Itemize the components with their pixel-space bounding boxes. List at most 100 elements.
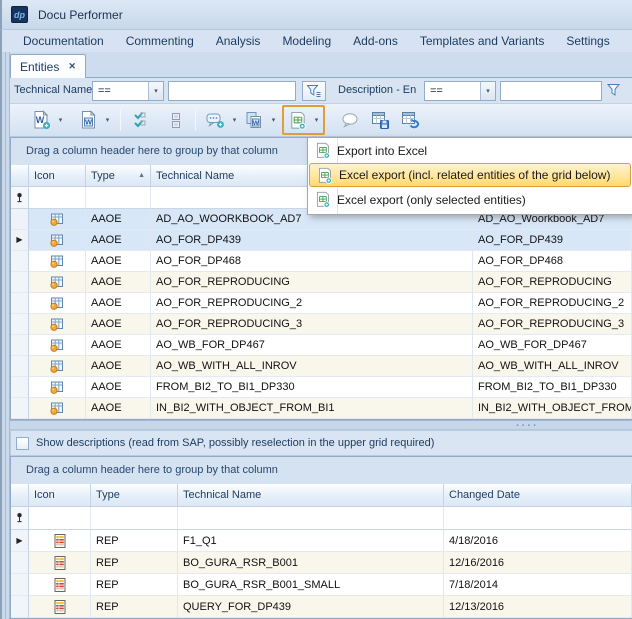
technical-name-cell: AO_WB_WITH_ALL_INROV: [151, 356, 473, 377]
menu-item[interactable]: Excel export (only selected entities): [308, 187, 632, 212]
chevron-down-icon[interactable]: ▾: [148, 82, 163, 100]
grid-splitter[interactable]: ····: [0, 420, 632, 430]
type-cell: AAOE: [86, 251, 151, 272]
chevron-down-icon[interactable]: ▾: [54, 107, 67, 133]
analysis-workbook-icon: [49, 232, 65, 248]
auto-filter-row: [11, 507, 632, 530]
column-header-technical-name[interactable]: Technical Name: [178, 484, 444, 507]
technical-name-operator-select[interactable]: == ▾: [92, 81, 164, 101]
filter-options-button[interactable]: [302, 81, 326, 101]
table-row[interactable]: AAOE AO_WB_WITH_ALL_INROV AO_WB_WITH_ALL…: [11, 356, 632, 377]
technical-name-filter-label: Technical Name: [14, 84, 92, 96]
reset-grid-layout-button[interactable]: [397, 107, 423, 133]
type-cell: AAOE: [86, 356, 151, 377]
show-descriptions-checkbox[interactable]: [16, 437, 29, 450]
analysis-workbook-icon: [49, 316, 65, 332]
focused-row-indicator: [16, 236, 22, 244]
column-header-icon[interactable]: Icon: [29, 484, 91, 507]
table-row[interactable]: AAOE AO_FOR_REPRODUCING AO_FOR_REPRODUCI…: [11, 272, 632, 293]
tab-entities[interactable]: Entities ✕: [10, 54, 86, 78]
table-row[interactable]: AAOE IN_BI2_WITH_OBJECT_FROM_BI1 IN_BI2_…: [11, 398, 632, 419]
table-row[interactable]: REP QUERY_FOR_DP439 12/13/2016: [11, 596, 632, 618]
filter-cell[interactable]: [91, 507, 178, 530]
description-cell: AO_FOR_REPRODUCING: [473, 272, 632, 293]
chevron-down-icon[interactable]: ▾: [228, 107, 241, 133]
grid-save-icon: [370, 110, 390, 130]
technical-name-filter-input[interactable]: [168, 81, 296, 101]
table-row[interactable]: REP BO_GURA_RSR_B001_SMALL 7/18/2014: [11, 574, 632, 596]
title-bar: dp Docu Performer: [0, 0, 632, 30]
word-copy-icon: W: [244, 110, 264, 130]
column-header-icon[interactable]: Icon: [29, 165, 86, 187]
table-row[interactable]: REP BO_GURA_RSR_B001 12/16/2016: [11, 552, 632, 574]
description-operator-select[interactable]: == ▾: [424, 81, 496, 101]
type-cell: AAOE: [86, 377, 151, 398]
pin-icon: [14, 192, 25, 204]
chevron-down-icon[interactable]: ▾: [101, 107, 114, 133]
chevron-down-icon[interactable]: ▾: [480, 82, 495, 100]
chevron-down-icon[interactable]: ▾: [267, 107, 280, 133]
type-cell: REP: [91, 574, 178, 596]
type-cell: AAOE: [86, 209, 151, 230]
menu-item[interactable]: Modeling: [271, 31, 342, 51]
menu-item-label: Excel export (incl. related entities of …: [339, 168, 610, 182]
excel-export-button[interactable]: [284, 107, 310, 133]
lower-grid-rows: REP F1_Q1 4/18/2016: [11, 530, 632, 618]
menu-item[interactable]: Export into Excel: [308, 138, 632, 163]
excel-export-icon: [314, 142, 331, 159]
excel-export-menu-caret[interactable]: ▾: [310, 107, 323, 133]
group-by-panel[interactable]: Drag a column header here to group by th…: [11, 457, 632, 484]
analysis-workbook-icon: [49, 211, 65, 227]
technical-name-cell: IN_BI2_WITH_OBJECT_FROM_BI1: [151, 398, 473, 419]
menu-item[interactable]: Settings: [555, 31, 620, 51]
save-grid-layout-button[interactable]: [367, 107, 393, 133]
word-document-icon: W: [78, 110, 98, 130]
table-row[interactable]: AAOE AO_FOR_DP468 AO_FOR_DP468: [11, 251, 632, 272]
column-header-type[interactable]: Type ▲: [86, 165, 151, 187]
grid-refresh-icon: [400, 110, 420, 130]
tab-strip: Entities ✕: [0, 52, 632, 78]
word-document-add-icon: W: [31, 110, 51, 130]
description-filter-input[interactable]: [500, 81, 602, 101]
table-row[interactable]: AAOE AO_FOR_REPRODUCING_2 AO_FOR_REPRODU…: [11, 293, 632, 314]
dock-splitter[interactable]: [0, 52, 10, 619]
app-logo-icon: dp: [11, 6, 28, 23]
check-entities-button[interactable]: [127, 107, 153, 133]
description-cell: AO_FOR_REPRODUCING_3: [473, 314, 632, 335]
column-header-type[interactable]: Type: [91, 484, 178, 507]
table-row[interactable]: AAOE AO_FOR_DP439 AO_FOR_DP439: [11, 230, 632, 251]
filter-cell[interactable]: [29, 507, 91, 530]
menu-item[interactable]: Documentation: [12, 31, 115, 51]
menu-item[interactable]: Commenting: [115, 31, 205, 51]
type-cell: REP: [91, 530, 178, 552]
word-document-button[interactable]: W: [75, 107, 101, 133]
filter-cell[interactable]: [86, 187, 151, 209]
lower-column-headers: Icon Type Technical Name Changed Date: [11, 484, 632, 507]
filter-cell[interactable]: [29, 187, 86, 209]
menu-item[interactable]: Excel export (incl. related entities of …: [309, 163, 631, 187]
menu-item[interactable]: Analysis: [205, 31, 272, 51]
tab-close-icon[interactable]: ✕: [68, 61, 76, 72]
copy-word-document-button[interactable]: W: [241, 107, 267, 133]
toolbar-separator: [120, 109, 121, 131]
table-row[interactable]: AAOE AO_WB_FOR_DP467 AO_WB_FOR_DP467: [11, 335, 632, 356]
new-word-document-button[interactable]: W: [28, 107, 54, 133]
selection-boxes-button[interactable]: [163, 107, 189, 133]
add-comment-button[interactable]: [202, 107, 228, 133]
filter-cell[interactable]: [178, 507, 444, 530]
operator-value: ==: [425, 82, 480, 100]
two-boxes-icon: [169, 110, 183, 130]
table-row[interactable]: AAOE AO_FOR_REPRODUCING_3 AO_FOR_REPRODU…: [11, 314, 632, 335]
menu-item[interactable]: Add-ons: [342, 31, 409, 51]
table-row[interactable]: REP F1_Q1 4/18/2016: [11, 530, 632, 552]
column-header-changed-date[interactable]: Changed Date: [444, 484, 632, 507]
menu-item[interactable]: SAP I: [621, 31, 632, 51]
comment-bubble-button[interactable]: [337, 107, 363, 133]
description-cell: AO_WB_WITH_ALL_INROV: [473, 356, 632, 377]
table-row[interactable]: AAOE FROM_BI2_TO_BI1_DP330 FROM_BI2_TO_B…: [11, 377, 632, 398]
menu-item[interactable]: Templates and Variants: [409, 31, 556, 51]
svg-text:W: W: [85, 118, 93, 127]
changed-date-cell: 4/18/2016: [444, 530, 632, 552]
filter-cell[interactable]: [444, 507, 632, 530]
filter-funnel-button[interactable]: [606, 83, 626, 99]
